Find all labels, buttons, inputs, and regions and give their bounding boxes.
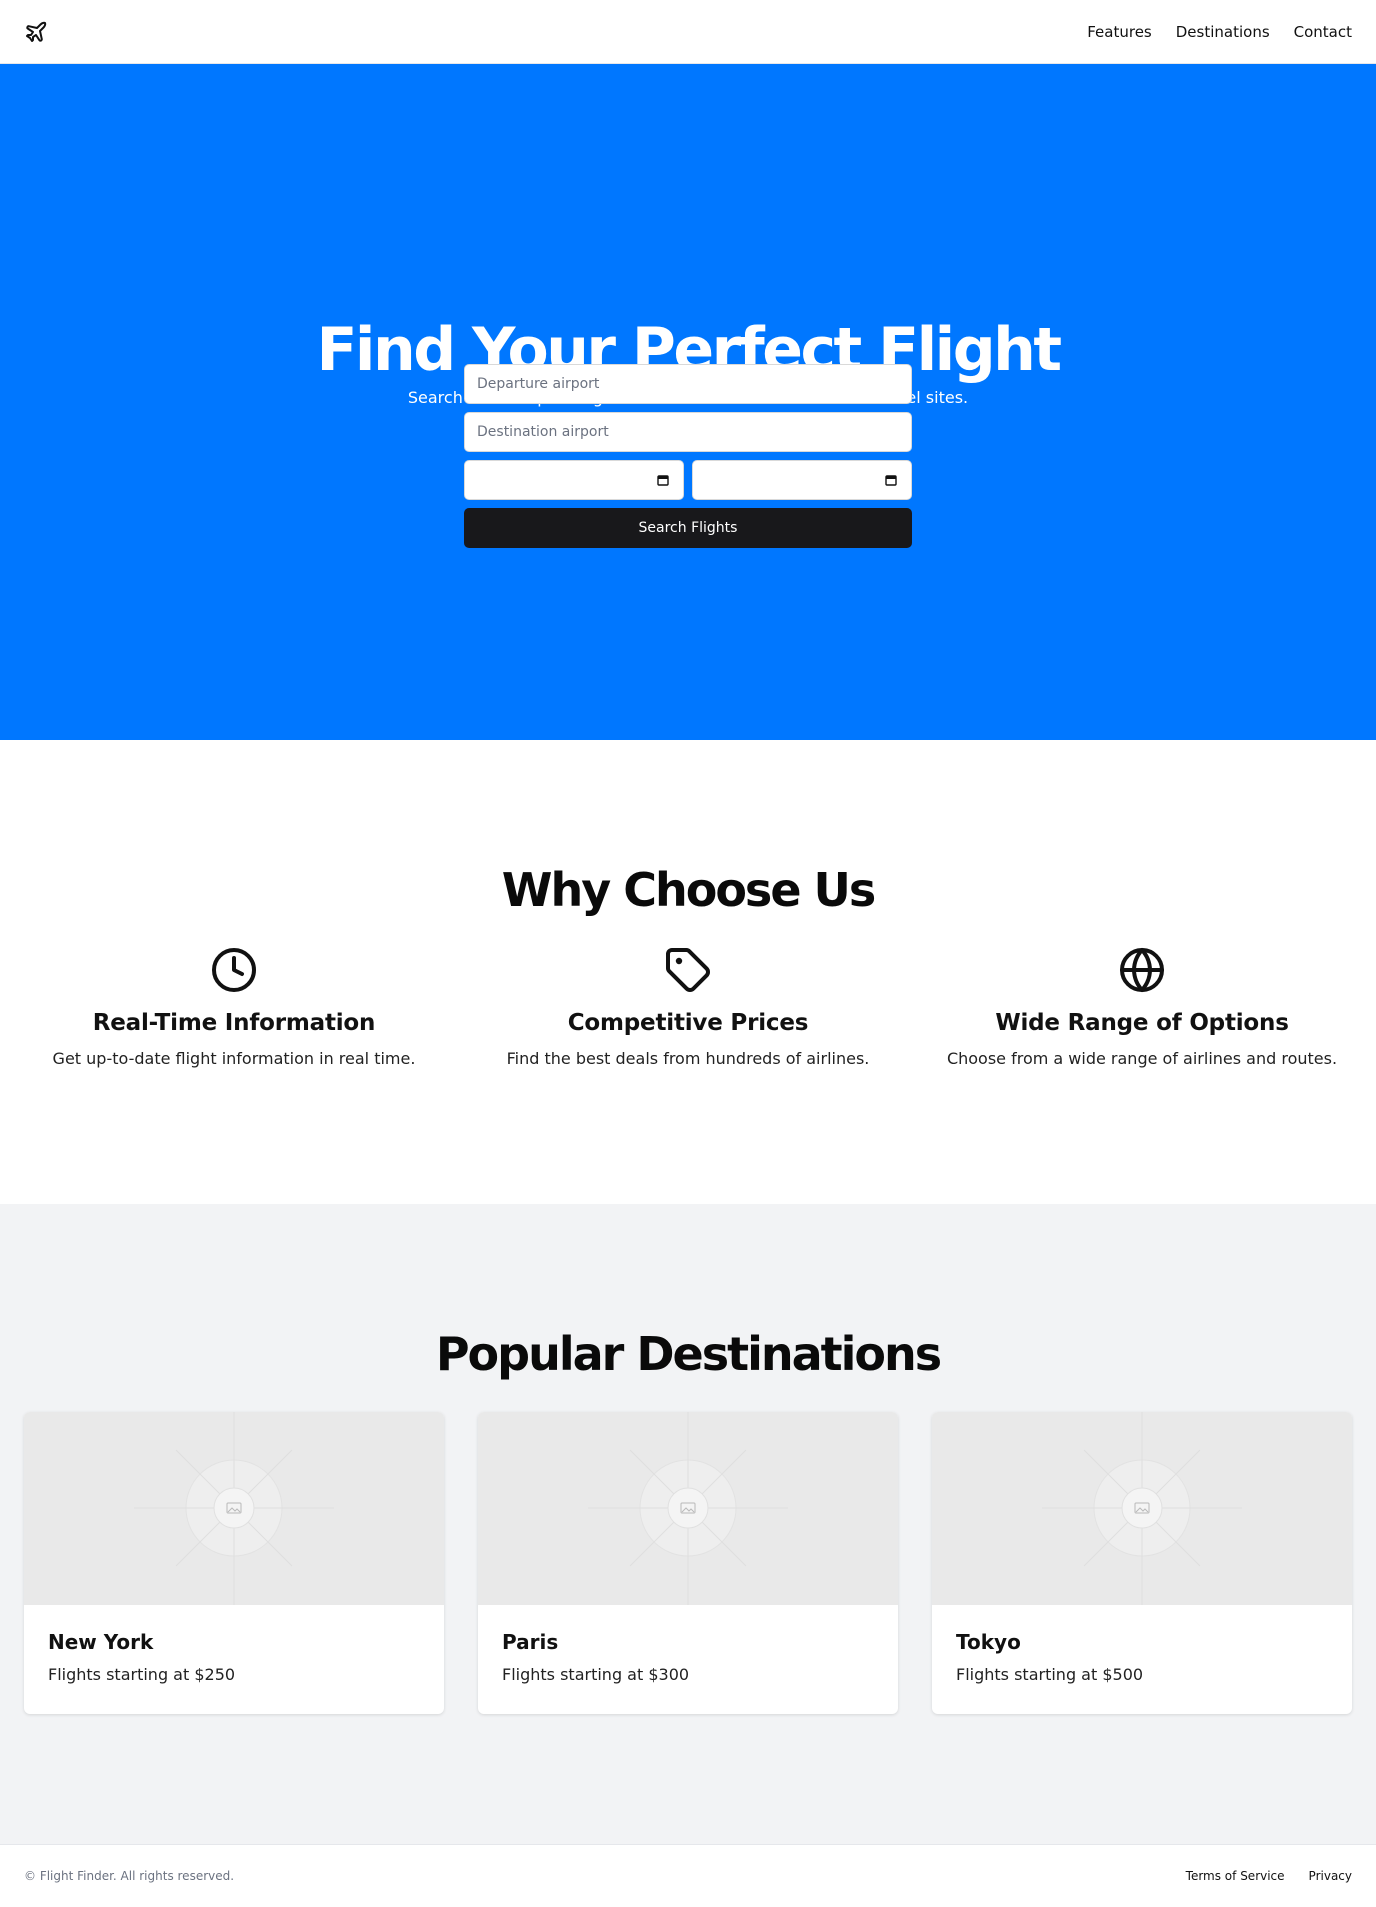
destination-name: New York (48, 1630, 154, 1654)
footer-links: Terms of Service Privacy (1186, 1869, 1352, 1883)
feature-text: Choose from a wide range of airlines and… (946, 1049, 1338, 1068)
image-placeholder-icon (1042, 1412, 1242, 1605)
destination-image-placeholder (24, 1412, 444, 1605)
destination-airport-placeholder: Destination airport (477, 424, 609, 440)
feature-title: Real-Time Information (92, 1010, 376, 1036)
nav-link-contact[interactable]: Contact (1294, 23, 1352, 41)
departure-date-input[interactable] (464, 460, 684, 500)
feature-card: Wide Range of Options Choose from a wide… (932, 946, 1352, 1070)
destination-name: Tokyo (956, 1630, 1021, 1654)
features-section: Why Choose Us Real-Time Information Get … (0, 740, 1376, 1204)
destination-card[interactable]: New York Flights starting at $250 (24, 1412, 444, 1714)
destination-image-placeholder (932, 1412, 1352, 1605)
features-title: Why Choose Us (501, 863, 877, 917)
destination-name: Paris (502, 1630, 559, 1654)
destination-price: Flights starting at $500 (956, 1665, 1144, 1684)
copyright-text: © Flight Finder. All rights reserved. (24, 1869, 235, 1883)
nav-link-features[interactable]: Features (1087, 23, 1152, 41)
hero-section: Find Your Perfect Flight Search and comp… (0, 64, 1376, 740)
destinations-title: Popular Destinations (435, 1327, 942, 1381)
feature-card: Competitive Prices Find the best deals f… (478, 946, 898, 1070)
image-placeholder-icon (134, 1412, 334, 1605)
destination-price: Flights starting at $300 (502, 1665, 690, 1684)
site-header: Features Destinations Contact (0, 0, 1376, 64)
main-nav: Features Destinations Contact (1087, 0, 1352, 64)
feature-text: Get up-to-date flight information in rea… (52, 1049, 416, 1068)
clock-icon (210, 946, 258, 994)
image-placeholder-icon (588, 1412, 788, 1605)
destination-card[interactable]: Paris Flights starting at $300 (478, 1412, 898, 1714)
calendar-icon[interactable] (657, 474, 669, 486)
site-footer: © Flight Finder. All rights reserved. Te… (0, 1844, 1376, 1907)
destination-airport-input[interactable]: Destination airport (464, 412, 912, 452)
search-flights-button[interactable]: Search Flights (464, 508, 912, 548)
return-date-input[interactable] (692, 460, 912, 500)
tag-icon (664, 946, 712, 994)
destination-card[interactable]: Tokyo Flights starting at $500 (932, 1412, 1352, 1714)
departure-airport-input[interactable]: Departure airport (464, 364, 912, 404)
calendar-icon[interactable] (885, 474, 897, 486)
feature-title: Wide Range of Options (995, 1010, 1289, 1036)
globe-icon (1118, 946, 1166, 994)
feature-title: Competitive Prices (567, 1010, 809, 1036)
nav-link-destinations[interactable]: Destinations (1176, 23, 1270, 41)
destination-image-placeholder (478, 1412, 898, 1605)
destination-price: Flights starting at $250 (48, 1665, 236, 1684)
destinations-section: Popular Destinations New York Flights st… (0, 1204, 1376, 1844)
departure-airport-placeholder: Departure airport (477, 376, 600, 392)
plane-icon[interactable] (24, 20, 48, 44)
terms-of-service-link[interactable]: Terms of Service (1186, 1869, 1285, 1883)
feature-card: Real-Time Information Get up-to-date fli… (24, 946, 444, 1070)
privacy-link[interactable]: Privacy (1309, 1869, 1352, 1883)
feature-text: Find the best deals from hundreds of air… (506, 1049, 870, 1068)
